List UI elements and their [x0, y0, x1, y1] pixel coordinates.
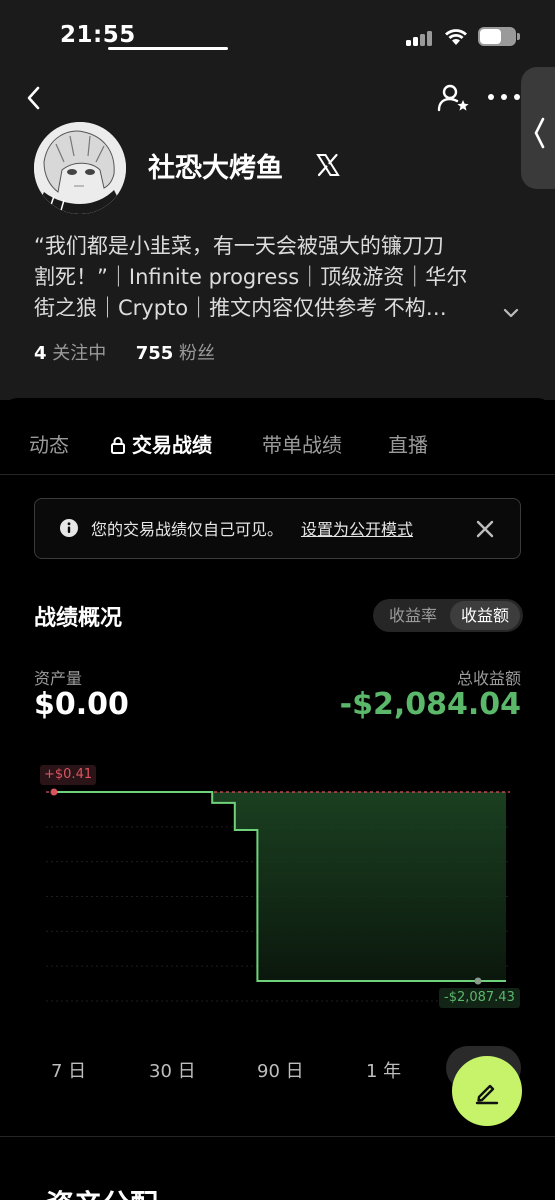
- pencil-icon: [475, 1084, 499, 1105]
- toggle-return-amount[interactable]: 收益额: [450, 601, 520, 630]
- asset-allocation-title: 资产分配: [46, 1183, 158, 1200]
- max-point-marker: [50, 788, 58, 796]
- privacy-notice: 您的交易战绩仅自己可见。 设置为公开模式: [34, 498, 521, 559]
- asset-value: $0.00: [34, 687, 129, 722]
- status-time: 21:55: [60, 22, 136, 48]
- follow-stats: 4 关注中 755 粉丝: [34, 339, 215, 365]
- tabs-divider: [0, 474, 555, 475]
- pnl-value: -$2,084.04: [339, 687, 521, 722]
- followers-count[interactable]: 755: [136, 343, 174, 364]
- toggle-return-rate[interactable]: 收益率: [379, 601, 447, 630]
- x-logo-icon[interactable]: [316, 153, 340, 177]
- cellular-signal-icon: [406, 30, 436, 46]
- profile-tabs: 动态 交易战绩 带单战绩 直播: [0, 423, 555, 475]
- following-count[interactable]: 4: [34, 343, 47, 364]
- edit-post-button[interactable]: [452, 1056, 522, 1126]
- bio-line: “我们都是小韭菜，有一天会被强大的镰刀刀: [34, 234, 444, 258]
- battery-icon: [478, 27, 516, 46]
- max-value-label: +$0.41: [40, 765, 97, 785]
- chevron-left-icon: [534, 117, 545, 149]
- following-label[interactable]: 关注中: [52, 343, 106, 364]
- follow-user-icon[interactable]: [436, 82, 470, 114]
- min-point-marker: [474, 977, 482, 985]
- min-value-label: -$2,087.43: [439, 988, 520, 1008]
- range-1y[interactable]: 1 年: [366, 1057, 401, 1083]
- tab-trading-record[interactable]: 交易战绩: [110, 429, 212, 458]
- active-tab-indicator: [108, 47, 228, 50]
- avatar-image: [34, 122, 126, 214]
- tab-trading-record-label: 交易战绩: [132, 433, 212, 457]
- side-drawer-handle[interactable]: [521, 67, 555, 189]
- tab-activity[interactable]: 动态: [29, 429, 69, 458]
- overview-title: 战绩概况: [34, 606, 123, 631]
- tab-copy-trading-record[interactable]: 带单战绩: [262, 429, 342, 458]
- profile-bio: “我们都是小韭菜，有一天会被强大的镰刀刀 割死！”｜Infinite progr…: [34, 231, 504, 324]
- followers-label[interactable]: 粉丝: [179, 343, 215, 364]
- pnl-label: 总收益额: [456, 669, 521, 688]
- section-divider: [0, 1136, 555, 1137]
- range-30d[interactable]: 30 日: [149, 1057, 196, 1083]
- username: 社恐大烤鱼: [148, 153, 283, 184]
- avatar[interactable]: [34, 122, 126, 214]
- range-90d[interactable]: 90 日: [257, 1057, 304, 1083]
- info-icon: [60, 519, 78, 537]
- range-7d[interactable]: 7 日: [51, 1057, 86, 1083]
- tab-live[interactable]: 直播: [388, 429, 428, 458]
- set-public-mode-link[interactable]: 设置为公开模式: [301, 516, 413, 540]
- bio-line: 街之狼｜Crypto｜推文内容仅供参考 不构…: [34, 296, 447, 320]
- bio-line: 割死！”｜Infinite progress｜顶级游资｜华尔: [34, 265, 468, 289]
- chart-area-fill: [54, 792, 506, 981]
- lock-icon: [111, 437, 125, 454]
- chevron-down-icon[interactable]: [500, 302, 522, 324]
- close-icon[interactable]: [475, 519, 495, 539]
- wifi-icon: [445, 29, 467, 45]
- notice-text: 您的交易战绩仅自己可见。: [91, 520, 284, 539]
- more-options-icon[interactable]: [488, 94, 520, 102]
- back-icon[interactable]: [22, 84, 48, 112]
- metric-toggle: 收益率 收益额: [373, 599, 523, 632]
- battery-cap: [517, 33, 520, 40]
- asset-label: 资产量: [34, 669, 83, 688]
